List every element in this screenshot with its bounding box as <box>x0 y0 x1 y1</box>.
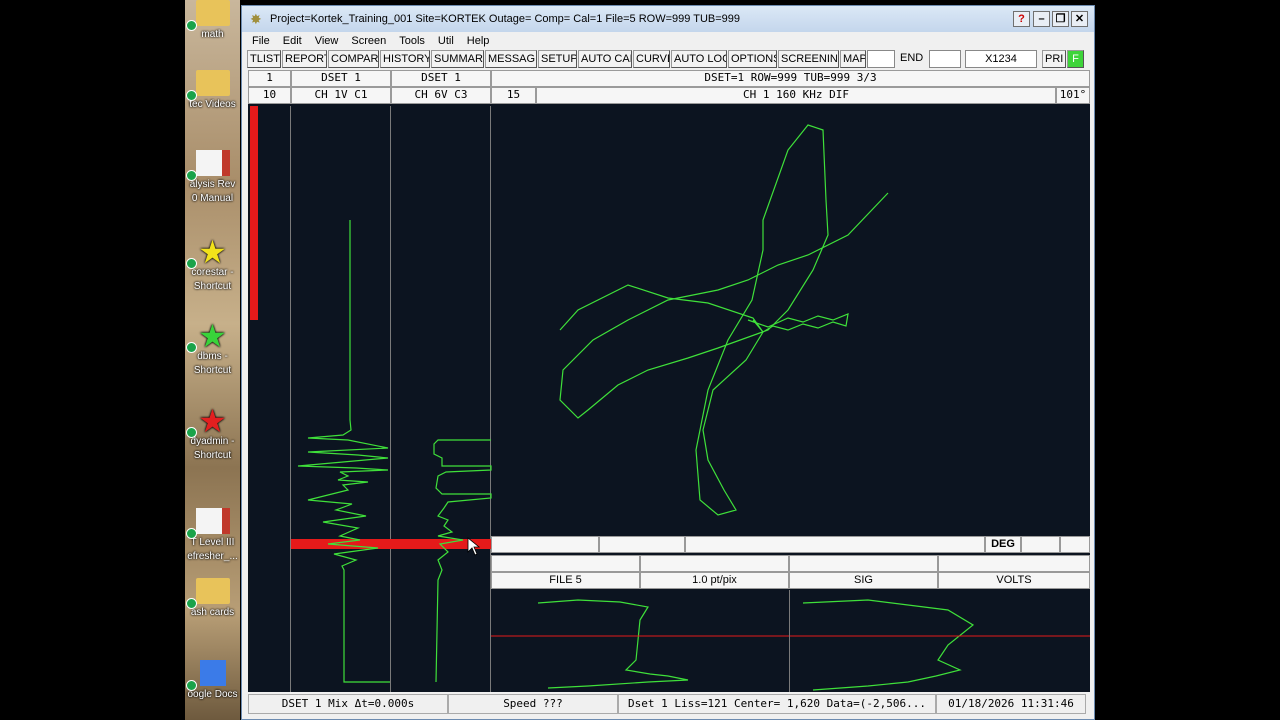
history-button[interactable]: HISTORY <box>380 50 430 68</box>
menu-help[interactable]: Help <box>467 35 490 47</box>
summary-button[interactable]: SUMMARY <box>431 50 484 68</box>
close-button[interactable]: ✕ <box>1071 11 1088 27</box>
title-bar[interactable]: ✸ Project=Kortek_Training_001 Site=KORTE… <box>242 6 1094 32</box>
map-button[interactable]: MAP <box>840 50 866 68</box>
desktop-icon-1[interactable]: tec Videos <box>185 70 240 112</box>
field-blank-4 <box>1021 536 1060 553</box>
desktop-icon-7[interactable]: ash cards <box>185 578 240 620</box>
field-blank-3 <box>685 536 985 553</box>
report-button[interactable]: REPORT <box>282 50 327 68</box>
field-blank-2 <box>599 536 685 553</box>
app-window: ✸ Project=Kortek_Training_001 Site=KORTE… <box>241 5 1095 720</box>
app-icon: ✸ <box>250 11 262 27</box>
pdf-icon <box>195 508 230 534</box>
map-field[interactable] <box>867 50 895 68</box>
sync-check-icon <box>186 680 197 691</box>
options-button[interactable]: OPTIONS <box>728 50 777 68</box>
folder-icon <box>195 70 230 96</box>
mouse-cursor-icon <box>467 537 481 556</box>
strip2-trace <box>433 439 492 683</box>
x-field[interactable]: X1234 <box>965 50 1037 68</box>
data-display: 1 DSET 1 DSET 1 DSET=1 ROW=999 TUB=999 3… <box>248 70 1090 692</box>
trace-canvas <box>297 124 1090 691</box>
desktop-icon-label: corestar - Shortcut <box>191 267 234 292</box>
sync-check-icon <box>186 20 197 31</box>
desktop-icon-5[interactable]: ★ dyadmin - Shortcut <box>185 403 240 463</box>
lower-blank-4 <box>938 555 1090 572</box>
desktop-icon-4[interactable]: ★ dbms - Shortcut <box>185 318 240 378</box>
menu-tools[interactable]: Tools <box>399 35 425 47</box>
end-label: END <box>900 52 924 64</box>
folder-icon <box>195 0 230 26</box>
end-field[interactable] <box>929 50 961 68</box>
sync-check-icon <box>186 258 197 269</box>
lower-blank-2 <box>640 555 789 572</box>
help-button[interactable]: ? <box>1013 11 1030 27</box>
curve-button[interactable]: CURVE <box>633 50 670 68</box>
sync-check-icon <box>186 598 197 609</box>
auto-cal-button[interactable]: AUTO CAL <box>578 50 632 68</box>
menu-edit[interactable]: Edit <box>283 35 302 47</box>
status-speed: Speed ??? <box>448 694 618 714</box>
strip1-trace <box>297 220 390 683</box>
status-liss: Dset 1 Liss=121 Center= 1,620 Data=(-2,5… <box>618 694 936 714</box>
field-blank-1 <box>491 536 599 553</box>
sync-check-icon <box>186 427 197 438</box>
desktop-icon-label: alysis Rev 0 Manual <box>189 179 236 204</box>
desktop-icon-2[interactable]: alysis Rev 0 Manual <box>185 150 240 206</box>
pri-button[interactable]: PRI <box>1042 50 1066 68</box>
status-bar: DSET 1 Mix Δt=0.000s Speed ??? Dset 1 Li… <box>248 692 1090 716</box>
menu-file[interactable]: File <box>252 35 270 47</box>
menu-util[interactable]: Util <box>438 35 454 47</box>
desktop-icon-label: dyadmin - Shortcut <box>190 436 235 461</box>
file-label: FILE 5 <box>491 572 640 589</box>
desktop-icon-0[interactable]: math <box>185 0 240 42</box>
f-indicator[interactable]: F <box>1067 50 1084 68</box>
lower-divider <box>789 590 790 692</box>
menu-view[interactable]: View <box>315 35 339 47</box>
auto-loc-button[interactable]: AUTO LOC <box>671 50 727 68</box>
compare-button[interactable]: COMPARE <box>328 50 379 68</box>
lower-right-trace <box>802 599 975 691</box>
sync-check-icon <box>186 528 197 539</box>
setup-button[interactable]: SETUP <box>538 50 577 68</box>
message-button[interactable]: MESSAGE <box>485 50 537 68</box>
deg-label: DEG <box>985 536 1021 553</box>
sync-check-icon <box>186 170 197 181</box>
desktop-icon-label: T Level III efresher_... <box>187 537 238 562</box>
tlist-button[interactable]: TLIST <box>247 50 281 68</box>
lower-blank-3 <box>789 555 938 572</box>
maximize-button[interactable]: ❐ <box>1052 11 1069 27</box>
star-icon: ★ <box>198 403 227 439</box>
lower-blank-1 <box>491 555 640 572</box>
sync-check-icon <box>186 342 197 353</box>
menu-bar: File Edit View Screen Tools Util Help <box>242 32 1094 50</box>
status-datetime: 01/18/2026 11:31:46 <box>936 694 1086 714</box>
desktop-icon-column: math tec Videos alysis Rev 0 Manual ★ corest… <box>185 0 240 720</box>
traces-group <box>297 124 975 691</box>
desktop-icon-6[interactable]: T Level III efresher_... <box>185 508 240 564</box>
lower-left-trace <box>537 599 689 689</box>
lissajous-figure <box>559 124 889 516</box>
folder-icon <box>195 578 230 604</box>
sig-label: SIG <box>789 572 938 589</box>
units-label: VOLTS <box>938 572 1090 589</box>
star-icon: ★ <box>198 318 227 354</box>
desktop-icon-8[interactable]: oogle Docs <box>185 660 240 702</box>
screening-button[interactable]: SCREENING ( <box>778 50 839 68</box>
pdf-icon <box>195 150 230 176</box>
sync-check-icon <box>186 90 197 101</box>
minimize-button[interactable]: – <box>1033 11 1050 27</box>
status-mix: DSET 1 Mix Δt=0.000s <box>248 694 448 714</box>
menu-screen[interactable]: Screen <box>351 35 386 47</box>
field-blank-5 <box>1060 536 1090 553</box>
toolbar: TLIST REPORT COMPARE HISTORY SUMMARY MES… <box>247 50 1085 70</box>
scale-label: 1.0 pt/pix <box>640 572 789 589</box>
window-title: Project=Kortek_Training_001 Site=KORTEK … <box>270 13 740 25</box>
desktop-icon-label: dbms - Shortcut <box>193 351 232 376</box>
star-icon: ★ <box>198 234 227 270</box>
desktop-icon-3[interactable]: ★ corestar - Shortcut <box>185 234 240 294</box>
doc-icon <box>199 660 226 686</box>
